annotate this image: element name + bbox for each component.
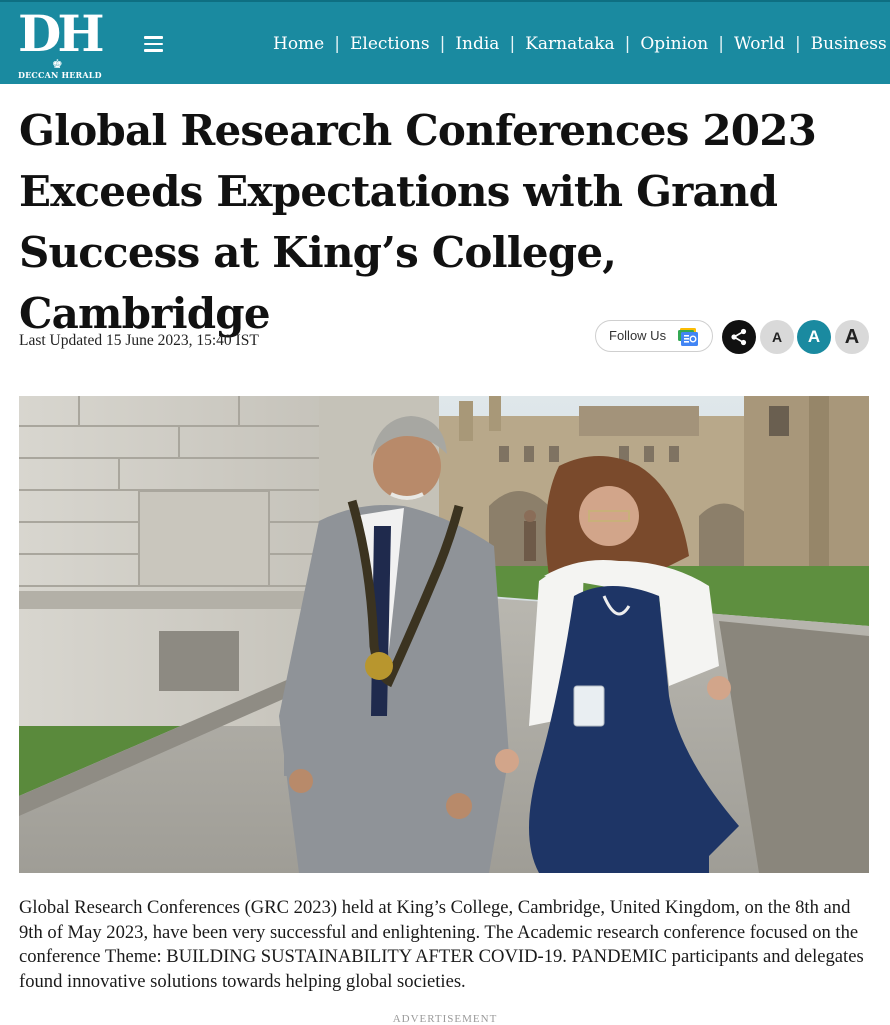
site-logo[interactable]: DH ♚ DECCAN HERALD: [18, 6, 108, 82]
last-updated: Last Updated 15 June 2023, 15:40 IST: [19, 332, 259, 349]
nav-separator: |: [624, 34, 631, 54]
nav-item-elections[interactable]: Elections: [350, 33, 430, 55]
menu-bar: [144, 36, 163, 39]
follow-us-button[interactable]: Follow Us: [595, 320, 713, 352]
share-icon: [731, 328, 747, 346]
font-size-small-button[interactable]: A: [760, 320, 794, 354]
nav-item-world[interactable]: World: [734, 33, 785, 55]
nav-item-karnataka[interactable]: Karnataka: [525, 33, 614, 55]
menu-bar: [144, 42, 163, 45]
nav-item-opinion[interactable]: Opinion: [640, 33, 708, 55]
nav-separator: |: [509, 34, 516, 54]
google-news-icon: [678, 328, 698, 346]
article-body: Global Research Conferences (GRC 2023) h…: [19, 897, 864, 992]
font-size-large-button[interactable]: A: [835, 320, 869, 354]
font-size-medium-button[interactable]: A: [797, 320, 831, 354]
logo-name: DECCAN HERALD: [18, 70, 102, 80]
article-headline: Global Research Conferences 2023 Exceeds…: [19, 106, 817, 338]
logo-emblem-icon: ♚: [52, 57, 63, 71]
logo-mark: DH: [18, 4, 105, 63]
nav-separator: |: [334, 34, 340, 54]
nav-separator: |: [439, 34, 446, 54]
nav-separator: |: [794, 34, 801, 54]
share-button[interactable]: [722, 320, 756, 354]
menu-bar: [144, 49, 163, 52]
nav-item-home[interactable]: Home: [273, 33, 324, 55]
article-photo: [19, 396, 869, 873]
main-nav: Home | Elections | India | Karnataka | Opinion | W…: [273, 33, 890, 55]
photo-illustration: [19, 396, 869, 873]
nav-item-business[interactable]: Business: [811, 33, 887, 55]
advertisement-label: ADVERTISEMENT: [392, 1013, 498, 1025]
nav-separator: |: [718, 34, 724, 54]
follow-us-label: Follow Us: [609, 328, 667, 343]
site-header: DH ♚ DECCAN HERALD Home | Elections | India |…: [0, 0, 890, 84]
nav-item-india[interactable]: India: [455, 33, 499, 55]
menu-icon[interactable]: [144, 36, 163, 52]
